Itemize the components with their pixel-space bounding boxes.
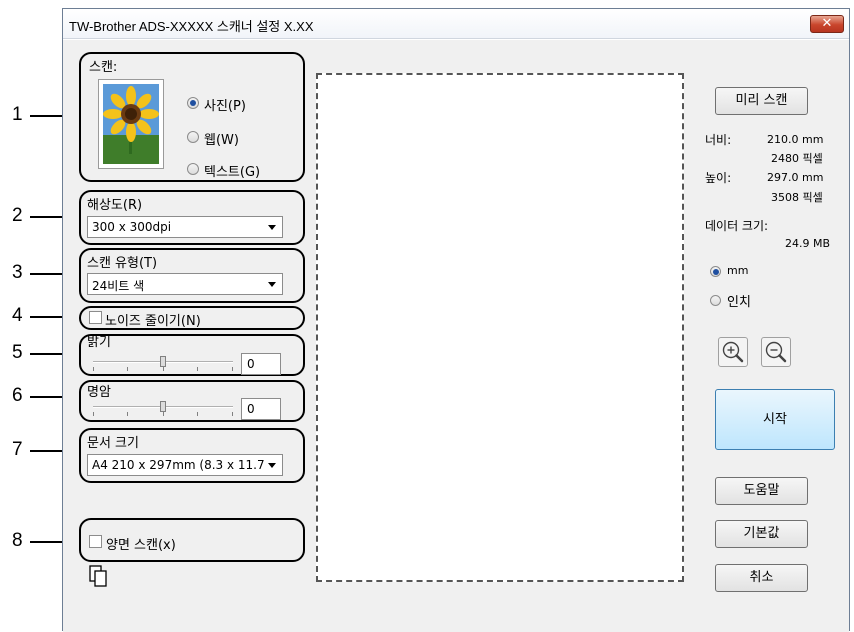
chevron-down-icon xyxy=(268,463,276,468)
zoom-out-icon xyxy=(765,341,787,363)
sunflower-photo-icon xyxy=(98,79,164,169)
callout-7: 7 xyxy=(12,439,23,460)
contrast-tick xyxy=(93,412,94,416)
duplex-checkbox[interactable] xyxy=(89,535,102,548)
duplex-pages-icon xyxy=(89,565,109,589)
contrast-tick xyxy=(163,412,164,416)
radio-web[interactable] xyxy=(187,131,199,143)
resolution-label: 해상도(R) xyxy=(87,198,143,213)
contrast-tick xyxy=(197,412,198,416)
help-button[interactable]: 도움말 xyxy=(715,477,808,505)
brightness-slider-thumb[interactable] xyxy=(160,356,166,367)
brightness-tick xyxy=(232,367,233,371)
width-label: 너비: xyxy=(705,133,732,147)
callout-1: 1 xyxy=(12,104,23,125)
color-type-value: 24비트 색 xyxy=(92,279,145,293)
contrast-slider-thumb[interactable] xyxy=(160,401,166,412)
brightness-tick xyxy=(127,367,128,371)
width-mm-value: 210.0 mm xyxy=(767,133,824,146)
duplex-label: 양면 스캔(x) xyxy=(106,538,176,553)
radio-photo[interactable] xyxy=(187,97,199,109)
contrast-label: 명암 xyxy=(87,385,111,400)
start-button[interactable]: 시작 xyxy=(715,389,835,450)
noise-reduction-checkbox[interactable] xyxy=(89,311,102,324)
dialog-client-area: 스캔: 사진(P) 웹(W) 텍스트(G) 해상도(R) 300 x 300dp… xyxy=(63,40,849,632)
brightness-input[interactable]: 0 xyxy=(241,353,281,375)
cancel-button[interactable]: 취소 xyxy=(715,564,808,592)
preview-area[interactable] xyxy=(316,73,684,582)
scanner-settings-window: TW-Brother ADS-XXXXX 스캐너 설정 X.XX ✕ 스캔: 사… xyxy=(62,8,850,632)
document-size-select[interactable]: A4 210 x 297mm (8.3 x 11.7 xyxy=(87,454,283,476)
callout-2: 2 xyxy=(12,205,23,226)
scan-type-label: 스캔: xyxy=(89,60,118,75)
brightness-tick xyxy=(197,367,198,371)
callout-6: 6 xyxy=(12,385,23,406)
height-px-value: 3508 픽셀 xyxy=(771,191,823,204)
contrast-tick xyxy=(127,412,128,416)
data-size-value: 24.9 MB xyxy=(785,237,831,250)
radio-photo-label: 사진(P) xyxy=(204,99,246,114)
chevron-down-icon xyxy=(268,225,276,230)
zoom-in-button[interactable] xyxy=(718,337,748,367)
contrast-tick xyxy=(232,412,233,416)
document-size-value: A4 210 x 297mm (8.3 x 11.7 xyxy=(92,458,265,472)
zoom-in-icon xyxy=(722,341,744,363)
color-type-label: 스캔 유형(T) xyxy=(87,256,158,271)
radio-unit-mm[interactable] xyxy=(710,266,721,277)
radio-text[interactable] xyxy=(187,163,199,175)
callout-4: 4 xyxy=(12,305,23,326)
zoom-out-button[interactable] xyxy=(761,337,791,367)
radio-text-label: 텍스트(G) xyxy=(204,165,261,180)
noise-reduction-label: 노이즈 줄이기(N) xyxy=(105,314,201,329)
contrast-input[interactable]: 0 xyxy=(241,398,281,420)
height-label: 높이: xyxy=(705,171,732,185)
resolution-select[interactable]: 300 x 300dpi xyxy=(87,216,283,238)
preview-scan-button[interactable]: 미리 스캔 xyxy=(715,87,808,115)
resolution-value: 300 x 300dpi xyxy=(92,220,172,234)
data-size-label: 데이터 크기: xyxy=(705,219,769,233)
callout-3: 3 xyxy=(12,262,23,283)
title-bar: TW-Brother ADS-XXXXX 스캐너 설정 X.XX ✕ xyxy=(63,9,849,39)
default-button[interactable]: 기본값 xyxy=(715,520,808,548)
callout-8: 8 xyxy=(12,530,23,551)
brightness-tick xyxy=(163,367,164,371)
chevron-down-icon xyxy=(268,282,276,287)
height-mm-value: 297.0 mm xyxy=(767,171,824,184)
unit-inch-label: 인치 xyxy=(727,295,751,310)
radio-unit-inch[interactable] xyxy=(710,295,721,306)
callout-5: 5 xyxy=(12,342,23,363)
window-title: TW-Brother ADS-XXXXX 스캐너 설정 X.XX xyxy=(69,19,314,34)
color-type-select[interactable]: 24비트 색 xyxy=(87,273,283,295)
radio-web-label: 웹(W) xyxy=(204,133,239,148)
brightness-label: 밝기 xyxy=(87,335,111,350)
unit-mm-label: mm xyxy=(727,264,749,277)
document-size-label: 문서 크기 xyxy=(87,436,139,451)
width-px-value: 2480 픽셀 xyxy=(771,152,823,165)
close-button[interactable]: ✕ xyxy=(810,15,844,33)
brightness-tick xyxy=(93,367,94,371)
